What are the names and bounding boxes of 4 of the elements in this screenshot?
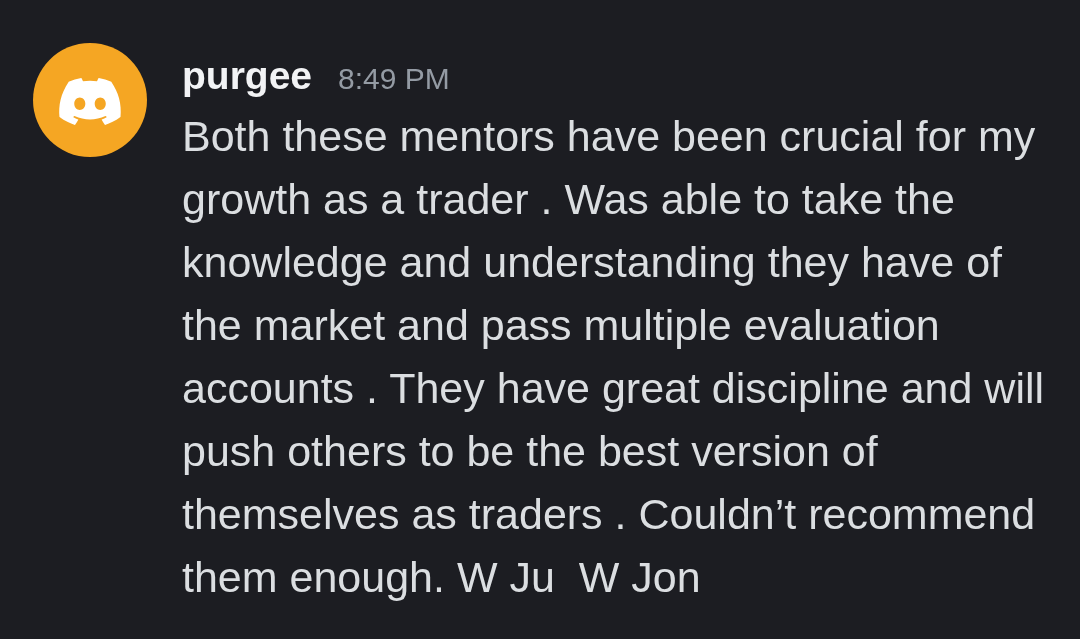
timestamp: 8:49 PM	[338, 61, 450, 97]
message-text: Both these mentors have been crucial for my growth as a trader . Was able to take the knowledge and understanding they have of the market and pass multiple evaluation accounts . They have great discipline and will push others to be the best version of themselves as traders . Couldn’t recommend them enough. W Ju W Jon	[182, 111, 1046, 603]
avatar-icon	[33, 43, 147, 157]
username[interactable]: purgee	[182, 53, 313, 99]
